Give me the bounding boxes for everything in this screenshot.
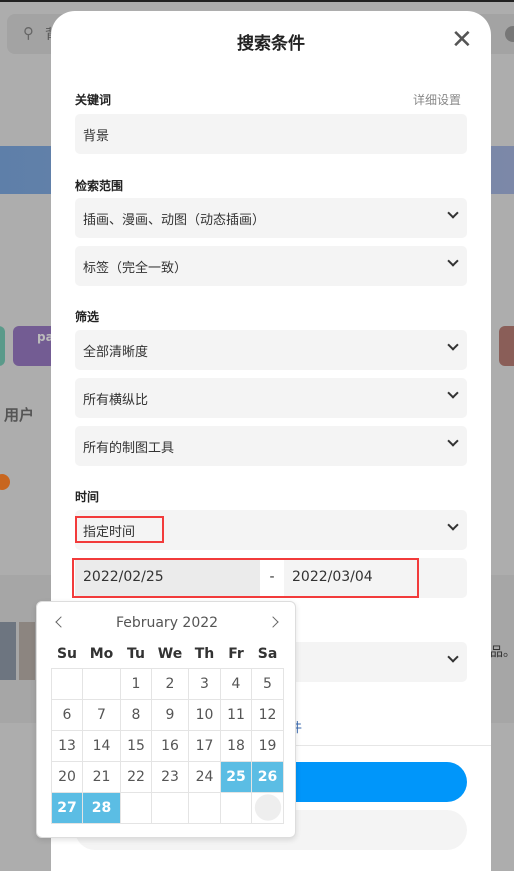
- weekday-header: We: [157, 645, 183, 662]
- calendar-day[interactable]: 14: [82, 729, 121, 762]
- keyword-value: 背景: [83, 129, 110, 144]
- advanced-settings-link[interactable]: 详细设置: [413, 91, 461, 108]
- background-tag: [0, 326, 5, 366]
- time-label: 时间: [75, 490, 100, 504]
- clear-icon: [505, 26, 514, 42]
- calendar-day[interactable]: 28: [82, 791, 121, 824]
- calendar-day[interactable]: 7: [82, 698, 121, 731]
- calendar-empty-cell: [251, 791, 284, 824]
- calendar-day[interactable]: 16: [151, 729, 189, 762]
- close-icon[interactable]: ✕: [451, 25, 473, 55]
- calendar-day[interactable]: 23: [151, 760, 189, 793]
- calendar-day[interactable]: 13: [51, 729, 83, 762]
- calendar-day[interactable]: 21: [82, 760, 121, 793]
- chevron-down-icon: [447, 519, 459, 531]
- weekday-header: Fr: [228, 645, 244, 662]
- background-section-title: 用户: [4, 406, 35, 424]
- calendar-day[interactable]: 11: [220, 698, 252, 731]
- dialog-title: 搜索条件: [237, 34, 305, 54]
- calendar-day[interactable]: 2: [151, 667, 189, 700]
- artwork-thumbnail: [19, 622, 35, 680]
- calendar-day[interactable]: 17: [188, 729, 221, 762]
- calendar-day[interactable]: 25: [220, 760, 252, 793]
- calendar-day[interactable]: 22: [120, 760, 152, 793]
- weekday-header: Su: [56, 645, 78, 662]
- content-type-select[interactable]: 插画、漫画、动图（动态插画）: [75, 198, 467, 238]
- calendar-day[interactable]: 9: [151, 698, 189, 731]
- match-type-select[interactable]: 标签（完全一致）: [75, 246, 467, 286]
- calendar-day[interactable]: 27: [51, 791, 83, 824]
- filter-label: 筛选: [75, 310, 100, 324]
- chevron-down-icon: [447, 387, 459, 399]
- scope-label: 检索范围: [75, 179, 124, 193]
- calendar-day[interactable]: 24: [188, 760, 221, 793]
- calendar-day[interactable]: 6: [51, 698, 83, 731]
- weekday-header: Tu: [127, 645, 145, 662]
- calendar-day[interactable]: 12: [251, 698, 284, 731]
- select-value: 标签（完全一致）: [83, 261, 188, 276]
- keyword-label: 关键词: [75, 93, 112, 107]
- artwork-thumbnail: [0, 622, 16, 680]
- select-value: 插画、漫画、动图（动态插画）: [83, 213, 266, 228]
- weekday-header: Th: [194, 645, 215, 662]
- resolution-select[interactable]: 全部清晰度: [75, 330, 467, 370]
- calendar-grid: Su Mo Tu We Th Fr Sa 1 2 3 4 5 6 7 8 9 10 11 12 13 14 15 16 17…: [51, 640, 284, 824]
- date-picker-popup: February 2022 Su Mo Tu We Th Fr Sa 1 2 3 4 5 6 7 8 9 10…: [36, 601, 296, 838]
- highlight-box: [72, 558, 419, 598]
- aspect-ratio-select[interactable]: 所有横纵比: [75, 378, 467, 418]
- calendar-empty-cell: [82, 667, 121, 700]
- chevron-down-icon: [447, 435, 459, 447]
- premium-badge-icon: [0, 474, 10, 490]
- chevron-down-icon: [447, 339, 459, 351]
- chevron-down-icon: [447, 207, 459, 219]
- calendar-day[interactable]: 20: [51, 760, 83, 793]
- select-value: 全部清晰度: [83, 345, 149, 360]
- calendar-day[interactable]: 26: [251, 760, 284, 793]
- chevron-down-icon: [447, 255, 459, 267]
- chevron-down-icon: [447, 651, 459, 663]
- background-text: 品。: [490, 645, 514, 660]
- calendar-day[interactable]: 15: [120, 729, 152, 762]
- calendar-day[interactable]: 1: [120, 667, 152, 700]
- select-value: 所有的制图工具: [83, 441, 175, 456]
- window-top-edge: [0, 0, 514, 2]
- calendar-empty-cell: [51, 667, 83, 700]
- calendar-month-title: February 2022: [115, 615, 219, 631]
- calendar-empty-cell: [188, 791, 221, 824]
- highlight-box: [75, 516, 164, 543]
- calendar-empty-cell: [151, 791, 189, 824]
- background-tag: [499, 326, 514, 366]
- weekday-header: Sa: [257, 645, 278, 662]
- calendar-day[interactable]: 3: [188, 667, 221, 700]
- calendar-day[interactable]: 18: [220, 729, 252, 762]
- select-value: 所有横纵比: [83, 393, 149, 408]
- weekday-header: Mo: [89, 645, 114, 662]
- calendar-day[interactable]: 19: [251, 729, 284, 762]
- keyword-input[interactable]: 背景: [75, 114, 467, 154]
- search-icon: ⚲: [23, 24, 34, 42]
- drawing-tool-select[interactable]: 所有的制图工具: [75, 426, 467, 466]
- calendar-empty-cell: [220, 791, 252, 824]
- calendar-day[interactable]: 10: [188, 698, 221, 731]
- calendar-day[interactable]: 5: [251, 667, 284, 700]
- calendar-empty-cell: [120, 791, 152, 824]
- calendar-day[interactable]: 8: [120, 698, 152, 731]
- calendar-day[interactable]: 4: [220, 667, 252, 700]
